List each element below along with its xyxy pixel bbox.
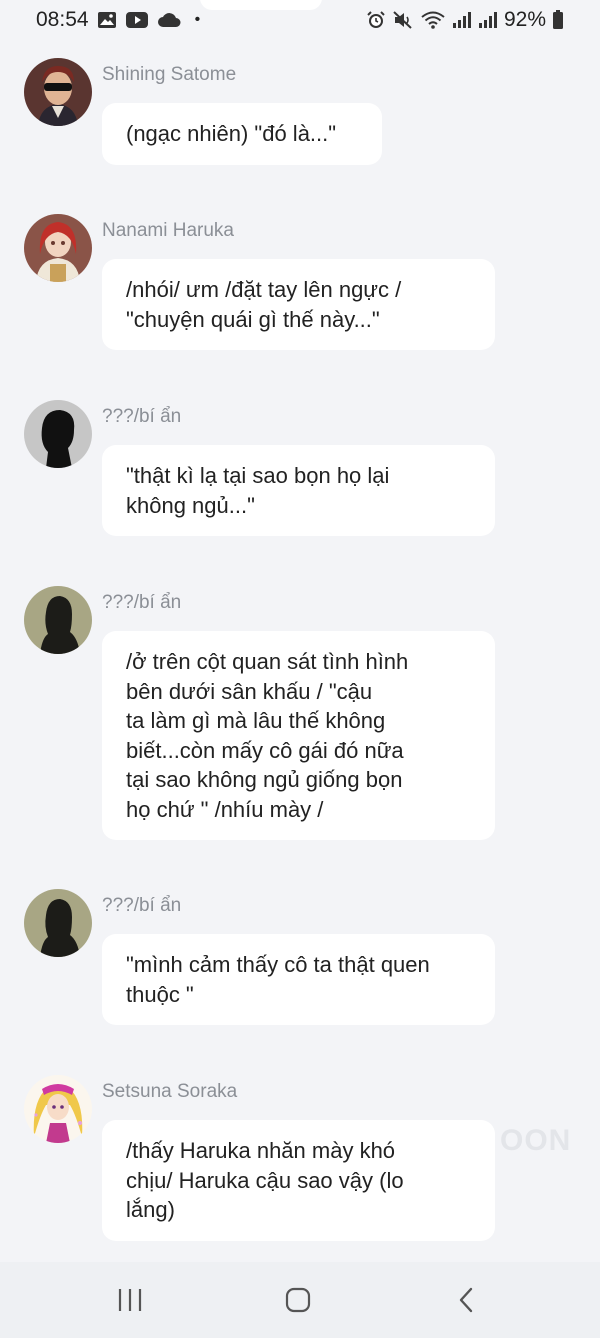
recents-icon[interactable] xyxy=(114,1284,146,1316)
message-bubble[interactable]: /ở trên cột quan sát tình hình bên dưới … xyxy=(102,631,495,840)
navigation-bar xyxy=(0,1262,600,1338)
mute-icon xyxy=(392,10,414,30)
watermark: OON xyxy=(500,1124,572,1157)
signal-icon xyxy=(478,11,498,29)
alarm-icon xyxy=(366,10,386,30)
sender-name: ???/bí ẩn xyxy=(102,592,182,613)
message-text-line: lắng) xyxy=(126,1197,175,1222)
notification-dot: • xyxy=(194,11,201,28)
home-icon[interactable] xyxy=(282,1284,314,1316)
signal-icon xyxy=(452,11,472,29)
message-text-line: "mình cảm thấy cô ta thật quen xyxy=(126,952,430,977)
avatar[interactable] xyxy=(24,58,92,126)
sender-name: Setsuna Soraka xyxy=(102,1081,238,1102)
message-text-line: tại sao không ngủ giống bọn xyxy=(126,767,403,792)
message-text-line: không ngủ..." xyxy=(126,492,255,518)
sender-name: ???/bí ẩn xyxy=(102,895,182,916)
battery-percent: 92% xyxy=(503,8,546,31)
avatar[interactable] xyxy=(24,1075,92,1143)
message-bubble[interactable]: /nhói/ ưm /đặt tay lên ngực / "chuyện qu… xyxy=(102,259,495,350)
avatar[interactable] xyxy=(24,586,92,654)
message-text-line: "thật kì lạ tại sao bọn họ lại xyxy=(126,463,390,488)
avatar[interactable] xyxy=(24,400,92,468)
message-text-line: họ chứ " /nhíu mày / xyxy=(126,796,324,822)
back-icon[interactable] xyxy=(450,1284,482,1316)
battery-icon xyxy=(552,10,564,30)
message-text-line: bên dưới sân khấu / "cậu xyxy=(126,678,373,704)
message-bubble[interactable]: "mình cảm thấy cô ta thật quen thuộc " xyxy=(102,934,495,1025)
cloud-icon xyxy=(157,12,181,28)
chat-screen: 08:54 • 92% Shining Satome (ngạc nhiên) … xyxy=(0,0,600,1338)
message-text-line: (ngạc nhiên) "đó là..." xyxy=(126,121,337,146)
avatar[interactable] xyxy=(24,889,92,957)
sender-name: Nanami Haruka xyxy=(102,220,234,241)
message-text-line: /nhói/ ưm /đặt tay lên ngực / xyxy=(126,277,402,302)
wifi-icon xyxy=(420,10,446,30)
gallery-icon xyxy=(97,11,117,29)
message-bubble[interactable]: /thấy Haruka nhăn mày khó chịu/ Haruka c… xyxy=(102,1120,495,1241)
youtube-icon xyxy=(125,11,149,29)
message-text-line: "chuyện quái gì thế này..." xyxy=(126,306,380,332)
status-bar: 08:54 • 92% xyxy=(0,0,600,40)
message-text-line: /thấy Haruka nhăn mày khó xyxy=(126,1138,396,1163)
message-text-line: biết...còn mấy cô gái đó nữa xyxy=(126,737,404,763)
message-text-line: ta làm gì mà lâu thế không xyxy=(126,708,386,733)
sender-name: ???/bí ẩn xyxy=(102,406,182,427)
message-text-line: chịu/ Haruka cậu sao vậy (lo xyxy=(126,1167,404,1193)
avatar[interactable] xyxy=(24,214,92,282)
message-bubble[interactable]: (ngạc nhiên) "đó là..." xyxy=(102,103,382,165)
message-bubble[interactable]: "thật kì lạ tại sao bọn họ lại không ngủ… xyxy=(102,445,495,536)
status-time: 08:54 xyxy=(36,8,89,31)
message-text-line: /ở trên cột quan sát tình hình xyxy=(126,649,409,674)
message-text-line: thuộc " xyxy=(126,981,194,1007)
sender-name: Shining Satome xyxy=(102,64,237,85)
